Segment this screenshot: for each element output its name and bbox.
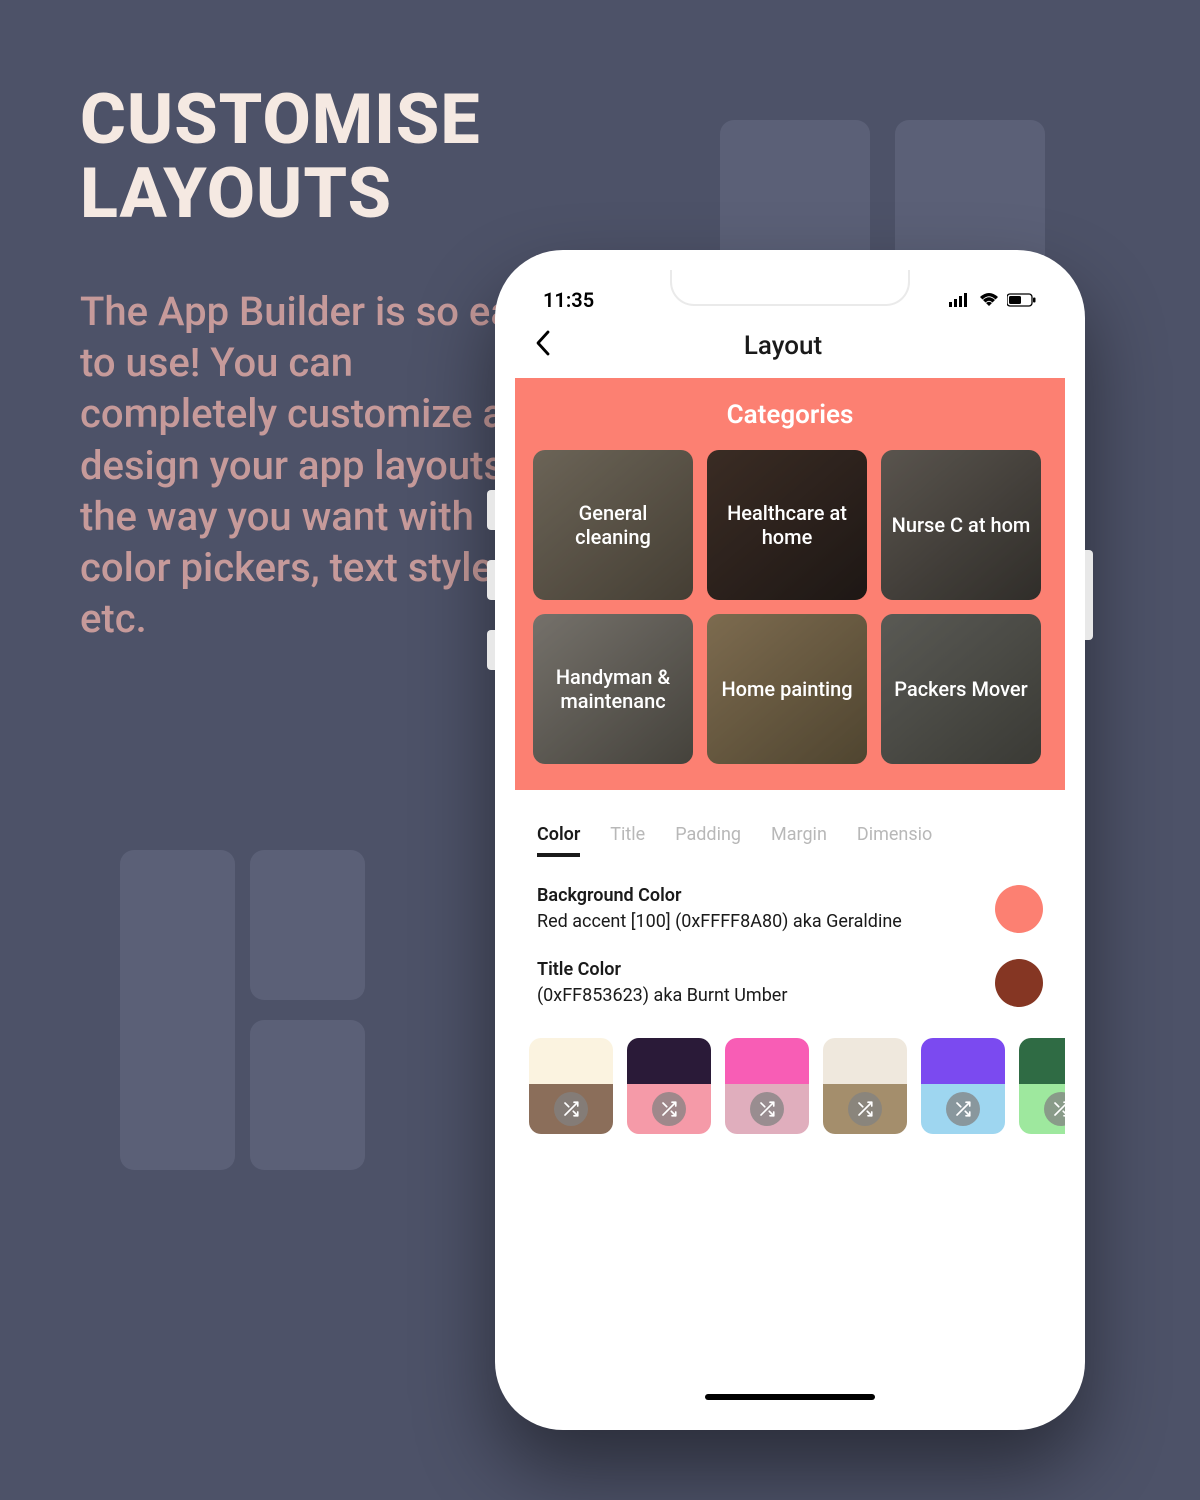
tab-title[interactable]: Title bbox=[610, 824, 645, 857]
shuffle-icon bbox=[1044, 1092, 1065, 1126]
signal-icon bbox=[949, 293, 971, 307]
tab-dimensio[interactable]: Dimensio bbox=[857, 824, 932, 857]
palette-swatch[interactable] bbox=[823, 1038, 907, 1134]
hero-body: The App Builder is so easy to use! You c… bbox=[80, 286, 560, 644]
tab-padding[interactable]: Padding bbox=[675, 824, 741, 857]
category-label: Packers Mover bbox=[894, 677, 1027, 701]
navbar: Layout bbox=[515, 318, 1065, 378]
color-property-name: Background Color bbox=[537, 885, 979, 906]
wifi-icon bbox=[979, 293, 999, 307]
shuffle-icon bbox=[652, 1092, 686, 1126]
category-grid: General cleaning Healthcare at home Nurse … bbox=[533, 450, 1047, 764]
phone-frame: 11:35 Layout Categories Ge bbox=[495, 250, 1085, 1430]
hero-title: CUSTOMISE LAYOUTS bbox=[80, 84, 640, 231]
decor-square bbox=[250, 1020, 365, 1170]
shuffle-icon bbox=[554, 1092, 588, 1126]
decor-square bbox=[895, 120, 1045, 270]
status-icons bbox=[949, 293, 1037, 307]
status-time: 11:35 bbox=[543, 288, 594, 312]
categories-panel: Categories General cleaning Healthcare at… bbox=[515, 378, 1065, 790]
category-card[interactable]: General cleaning bbox=[533, 450, 693, 600]
tab-margin[interactable]: Margin bbox=[771, 824, 827, 857]
category-card[interactable]: Healthcare at home bbox=[707, 450, 867, 600]
palette-swatch[interactable] bbox=[529, 1038, 613, 1134]
palette-swatch[interactable] bbox=[627, 1038, 711, 1134]
category-card[interactable]: Packers Mover bbox=[881, 614, 1041, 764]
battery-icon bbox=[1007, 293, 1037, 307]
color-property-value: Red accent [100] (0xFFFF8A80) aka Gerald… bbox=[537, 910, 979, 933]
color-property-text: Title Color (0xFF853623) aka Burnt Umber bbox=[537, 959, 995, 1007]
shuffle-icon bbox=[848, 1092, 882, 1126]
category-card[interactable]: Home painting bbox=[707, 614, 867, 764]
category-label: Healthcare at home bbox=[715, 501, 859, 549]
palette-swatch[interactable] bbox=[725, 1038, 809, 1134]
shuffle-icon bbox=[750, 1092, 784, 1126]
color-property-text: Background Color Red accent [100] (0xFFFF… bbox=[537, 885, 995, 933]
tabs: Color Title Padding Margin Dimensio bbox=[515, 790, 1065, 857]
phone-notch bbox=[670, 270, 910, 306]
color-property-list: Background Color Red accent [100] (0xFFFF… bbox=[515, 857, 1065, 1030]
color-property-row: Background Color Red accent [100] (0xFFFF… bbox=[537, 875, 1043, 949]
decor-square bbox=[720, 120, 870, 270]
category-card[interactable]: Nurse C at hom bbox=[881, 450, 1041, 600]
navbar-title: Layout bbox=[551, 331, 1015, 361]
color-property-value: (0xFF853623) aka Burnt Umber bbox=[537, 984, 979, 1007]
shuffle-icon bbox=[946, 1092, 980, 1126]
category-label: Handyman & maintenanc bbox=[541, 665, 685, 713]
back-button[interactable] bbox=[535, 330, 551, 362]
palette-swatch[interactable] bbox=[1019, 1038, 1065, 1134]
palette-strip bbox=[515, 1030, 1065, 1134]
category-label: Nurse C at hom bbox=[892, 513, 1031, 537]
color-swatch[interactable] bbox=[995, 885, 1043, 933]
tab-color[interactable]: Color bbox=[537, 824, 580, 857]
category-card[interactable]: Handyman & maintenanc bbox=[533, 614, 693, 764]
color-property-name: Title Color bbox=[537, 959, 979, 980]
color-swatch[interactable] bbox=[995, 959, 1043, 1007]
decor-square bbox=[250, 850, 365, 1000]
category-label: General cleaning bbox=[541, 501, 685, 549]
home-indicator bbox=[705, 1394, 875, 1400]
decor-square bbox=[120, 850, 235, 1170]
palette-swatch[interactable] bbox=[921, 1038, 1005, 1134]
color-property-row: Title Color (0xFF853623) aka Burnt Umber bbox=[537, 949, 1043, 1023]
phone-screen: 11:35 Layout Categories Ge bbox=[515, 270, 1065, 1410]
category-label: Home painting bbox=[721, 677, 852, 701]
panel-title: Categories bbox=[533, 400, 1047, 430]
